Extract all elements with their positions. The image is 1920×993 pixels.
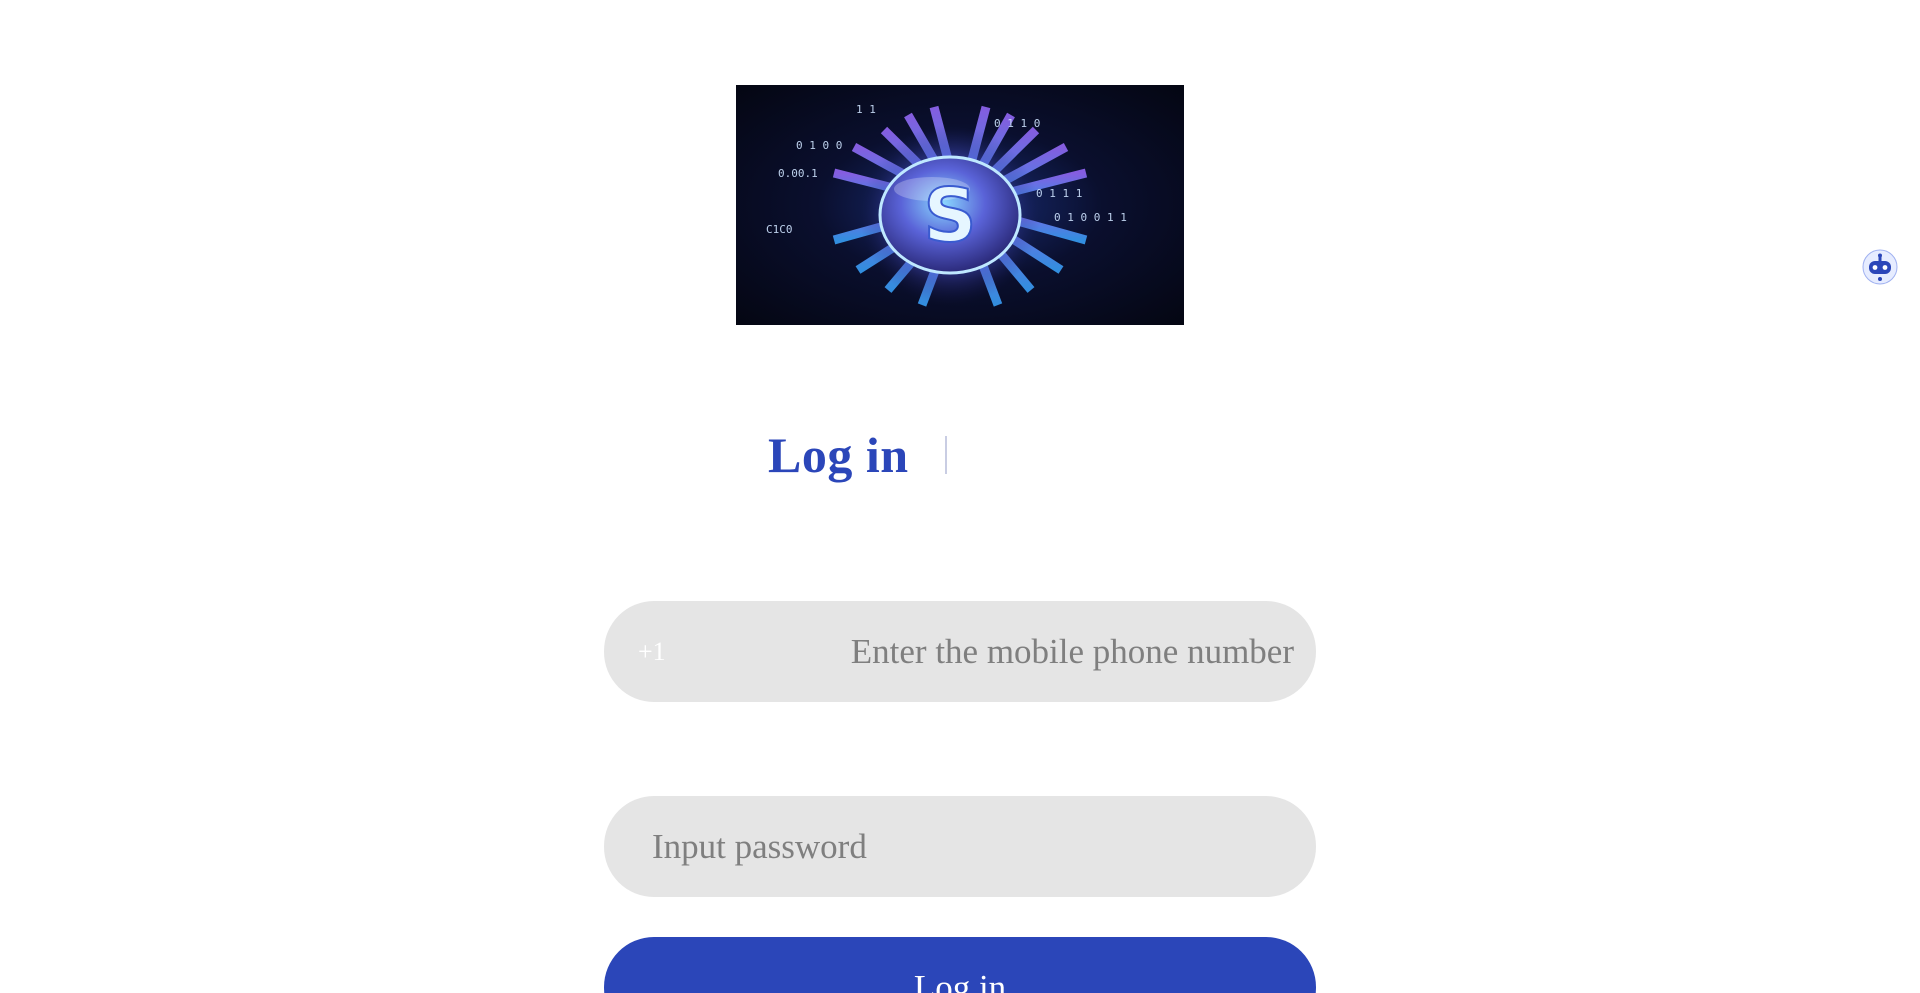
svg-text:1 1: 1 1	[856, 103, 876, 116]
svg-text:0 1 0 0 1 1: 0 1 0 0 1 1	[1054, 211, 1127, 224]
auth-tabs: Log in	[768, 420, 947, 490]
tab-login[interactable]: Log in	[768, 426, 909, 484]
svg-text:0 1 0 0: 0 1 0 0	[796, 139, 842, 152]
svg-text:0 1 1 1: 0 1 1 1	[1036, 187, 1082, 200]
country-code-selector[interactable]: +1	[638, 601, 666, 702]
logo-graphic: 0 1 0 0 0.00.1 C1C0 0 1 1 1 0 1 0 0 1 1 …	[766, 103, 1127, 310]
robot-assistant-icon[interactable]	[1862, 249, 1898, 285]
svg-text:0 1 1 0: 0 1 1 0	[994, 117, 1040, 130]
password-input[interactable]	[652, 796, 1292, 897]
login-button[interactable]: Log in	[604, 937, 1316, 993]
logo-letter: S	[923, 173, 976, 259]
svg-text:C1C0: C1C0	[766, 223, 793, 236]
login-page: 0 1 0 0 0.00.1 C1C0 0 1 1 1 0 1 0 0 1 1 …	[0, 0, 1920, 993]
phone-field: +1	[604, 601, 1316, 702]
svg-text:0.00.1: 0.00.1	[778, 167, 818, 180]
logo-banner: 0 1 0 0 0.00.1 C1C0 0 1 1 1 0 1 0 0 1 1 …	[736, 85, 1184, 325]
phone-input[interactable]	[734, 601, 1294, 702]
password-field	[604, 796, 1316, 897]
tab-divider	[944, 436, 947, 474]
